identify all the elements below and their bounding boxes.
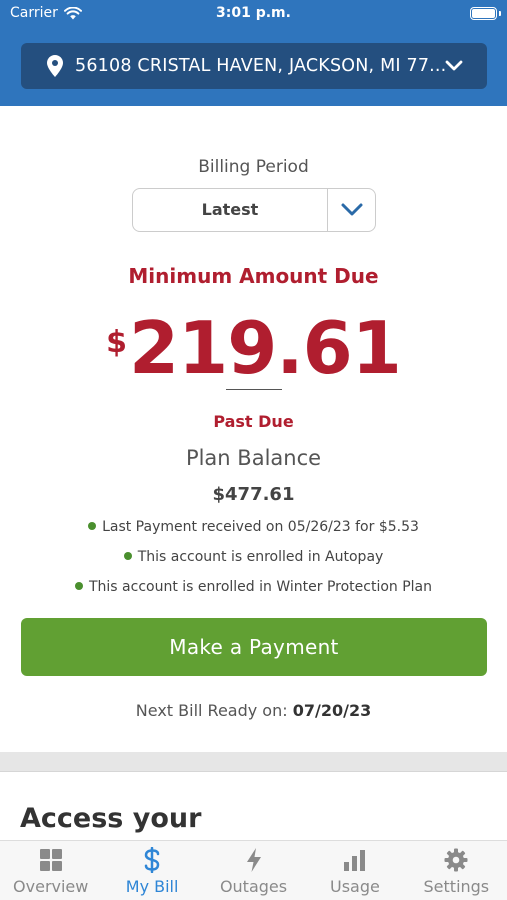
notice-winter-protection: This account is enrolled in Winter Prote… xyxy=(0,579,507,595)
notice-text: This account is enrolled in Autopay xyxy=(137,549,384,565)
tab-outages[interactable]: Outages xyxy=(203,841,304,900)
tab-settings[interactable]: Settings xyxy=(406,841,507,900)
chevron-down-icon xyxy=(445,60,463,71)
section-divider xyxy=(0,752,507,772)
notice-text: This account is enrolled in Winter Prote… xyxy=(88,579,433,595)
divider xyxy=(226,389,282,390)
billing-period-value: Latest xyxy=(133,189,328,231)
app-header: Carrier 3:01 p.m. 56108 CRISTAL HAVEN, J… xyxy=(0,0,507,106)
battery-icon xyxy=(470,7,501,20)
address-selector[interactable]: 56108 CRISTAL HAVEN, JACKSON, MI 77... xyxy=(21,43,487,89)
currency-symbol: $ xyxy=(106,325,128,360)
status-dot-icon xyxy=(123,552,132,560)
notice-last-payment: Last Payment received on 05/26/23 for $5… xyxy=(0,519,507,535)
gear-icon xyxy=(443,847,469,873)
minimum-amount-due-label: Minimum Amount Due xyxy=(128,264,379,288)
next-bill-info: Next Bill Ready on: 07/20/23 xyxy=(0,701,507,720)
access-section-title: Access your xyxy=(20,803,202,834)
bar-chart-icon xyxy=(342,847,368,873)
tab-my-bill[interactable]: My Bill xyxy=(101,841,202,900)
tab-overview[interactable]: Overview xyxy=(0,841,101,900)
next-bill-label: Next Bill Ready on: xyxy=(135,701,288,720)
tab-usage[interactable]: Usage xyxy=(304,841,405,900)
address-text: 56108 CRISTAL HAVEN, JACKSON, MI 77... xyxy=(75,56,447,76)
grid-icon xyxy=(38,847,64,873)
tab-label: Outages xyxy=(219,877,288,896)
tab-label: My Bill xyxy=(125,877,179,896)
amount-value: 219.61 xyxy=(129,306,402,390)
dollar-icon xyxy=(139,847,165,873)
status-dot-icon xyxy=(88,522,97,530)
period-chevron[interactable] xyxy=(328,189,375,231)
lightning-icon xyxy=(241,847,267,873)
clock: 3:01 p.m. xyxy=(216,5,291,21)
status-bar: Carrier 3:01 p.m. xyxy=(0,0,507,30)
tab-label: Overview xyxy=(13,877,89,896)
status-dot-icon xyxy=(74,582,83,590)
billing-period-dropdown[interactable]: Latest xyxy=(132,188,376,232)
notice-autopay: This account is enrolled in Autopay xyxy=(0,549,507,565)
notice-text: Last Payment received on 05/26/23 for $5… xyxy=(102,519,419,535)
billing-period-label: Billing Period xyxy=(198,157,309,177)
next-bill-date: 07/20/23 xyxy=(292,701,372,720)
make-payment-button[interactable]: Make a Payment xyxy=(21,618,487,676)
location-pin-icon xyxy=(47,55,63,77)
tab-label: Settings xyxy=(423,877,490,896)
past-due-label: Past Due xyxy=(213,412,294,431)
plan-balance-value: $477.61 xyxy=(212,484,295,505)
tab-label: Usage xyxy=(329,877,380,896)
tab-bar: Overview My Bill Outages Usage Settings xyxy=(0,840,507,900)
plan-balance-label: Plan Balance xyxy=(185,446,322,470)
chevron-down-icon xyxy=(341,203,362,216)
amount-due: $219.61 xyxy=(0,305,507,391)
